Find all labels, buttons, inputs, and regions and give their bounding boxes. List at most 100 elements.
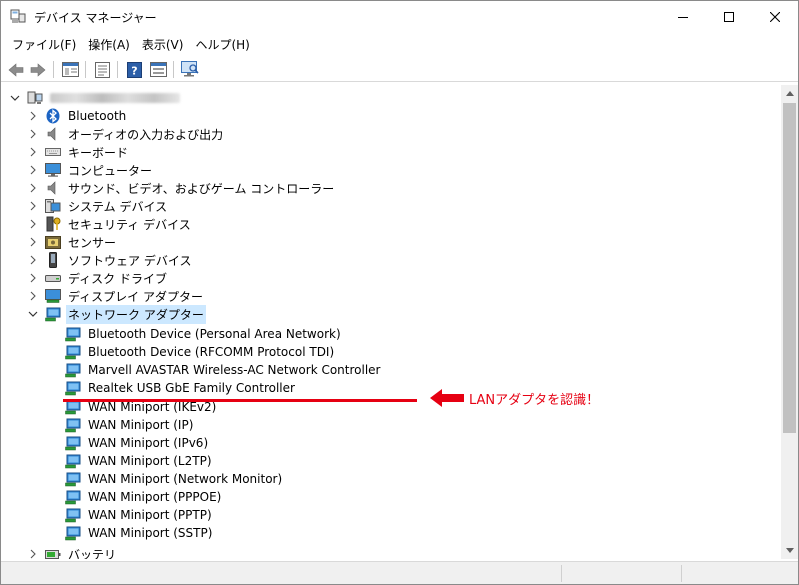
properties-icon[interactable] [91,59,113,80]
category-security-devices[interactable]: セキュリティ デバイス [27,215,193,233]
forward-icon[interactable] [28,59,48,80]
toolbar: ? [1,57,798,82]
scrollbar-thumb[interactable] [783,103,796,433]
network-adapter-icon [65,362,81,378]
toolbar-separator [53,61,54,78]
adapter-item[interactable]: Bluetooth Device (Personal Area Network) [65,325,343,343]
tree-root[interactable] [9,89,182,107]
chevron-right-icon[interactable] [27,218,39,230]
menu-file[interactable]: ファイル(F) [6,33,82,56]
maximize-button[interactable] [706,1,752,32]
category-label: ディスプレイ アダプター [68,289,203,304]
view-tree-icon[interactable] [59,59,81,80]
adapter-item[interactable]: WAN Miniport (L2TP) [65,452,214,470]
battery-icon [45,546,61,559]
menu-help[interactable]: ヘルプ(H) [189,33,255,56]
chevron-right-icon[interactable] [27,182,39,194]
menu-action[interactable]: 操作(A) [82,33,136,56]
adapter-label: Bluetooth Device (RFCOMM Protocol TDI) [88,345,335,359]
details-icon[interactable] [147,59,169,80]
chevron-down-icon[interactable] [27,308,39,320]
network-adapter-icon [65,326,81,342]
computer-root-icon [27,90,43,106]
adapter-item[interactable]: WAN Miniport (PPPOE) [65,488,223,506]
status-divider [681,565,682,582]
chevron-right-icon[interactable] [27,272,39,284]
sensor-icon [45,234,61,250]
disk-drive-icon [45,270,61,286]
adapter-label: WAN Miniport (Network Monitor) [88,472,283,486]
menu-view[interactable]: 表示(V) [136,33,190,56]
category-software-devices[interactable]: ソフトウェア デバイス [27,251,193,269]
chevron-right-icon[interactable] [27,290,39,302]
chevron-right-icon[interactable] [27,548,39,559]
category-label: オーディオの入力および出力 [68,127,224,142]
display-adapter-icon [45,288,61,304]
help-icon[interactable]: ? [123,59,145,80]
category-label: セキュリティ デバイス [68,217,191,232]
network-adapter-icon [65,489,81,505]
category-network-adapters[interactable]: ネットワーク アダプター [27,304,206,324]
scroll-up-icon[interactable] [781,85,798,102]
adapter-item[interactable]: Bluetooth Device (RFCOMM Protocol TDI) [65,343,336,361]
adapter-item-realtek[interactable]: Realtek USB GbE Family Controller [65,379,297,397]
adapter-item[interactable]: WAN Miniport (SSTP) [65,524,214,542]
software-device-icon [45,252,61,268]
menu-bar: ファイル(F) 操作(A) 表示(V) ヘルプ(H) [1,33,798,55]
category-battery[interactable]: バッテリ [27,545,118,559]
category-label: Bluetooth [68,109,127,123]
category-system-devices[interactable]: システム デバイス [27,197,169,215]
toolbar-separator [173,61,174,78]
adapter-item[interactable]: Marvell AVASTAR Wireless-AC Network Cont… [65,361,383,379]
network-adapter-icon [65,507,81,523]
adapter-label: Bluetooth Device (Personal Area Network) [88,327,341,341]
chevron-right-icon[interactable] [27,146,39,158]
adapter-item[interactable]: WAN Miniport (PPTP) [65,506,214,524]
network-adapter-icon [65,344,81,360]
chevron-right-icon[interactable] [27,254,39,266]
adapter-label: WAN Miniport (L2TP) [88,454,212,468]
chevron-down-icon[interactable] [9,92,21,104]
adapter-label: Marvell AVASTAR Wireless-AC Network Cont… [88,363,381,377]
category-bluetooth[interactable]: Bluetooth [27,107,128,125]
category-label: システム デバイス [68,199,168,214]
network-adapter-icon [65,380,81,396]
adapter-item[interactable]: WAN Miniport (IP) [65,416,195,434]
window-title: デバイス マネージャー [34,11,157,25]
category-label: バッテリ [68,547,117,560]
device-tree: Bluetooth オーディオの入力および出力 キーボード コンピューター サウ… [5,85,780,559]
adapter-item[interactable]: WAN Miniport (Network Monitor) [65,470,284,488]
category-audio-io[interactable]: オーディオの入力および出力 [27,125,225,143]
root-computer-name [48,90,182,107]
vertical-scrollbar[interactable] [781,85,798,559]
minimize-button[interactable] [660,1,706,32]
device-manager-app-icon [10,9,26,24]
annotation-underline [63,399,417,402]
category-sound-video-game[interactable]: サウンド、ビデオ、およびゲーム コントローラー [27,179,336,197]
bluetooth-icon [45,108,61,124]
category-computer[interactable]: コンピューター [27,161,154,179]
category-disk-drives[interactable]: ディスク ドライブ [27,269,169,287]
blurred-computer-name [50,92,180,103]
category-sensors[interactable]: センサー [27,233,118,251]
adapter-label: WAN Miniport (PPTP) [88,508,212,522]
close-button[interactable] [752,1,798,32]
chevron-right-icon[interactable] [27,236,39,248]
network-adapter-icon [45,306,61,322]
chevron-right-icon[interactable] [27,110,39,122]
network-adapter-icon [65,471,81,487]
category-display-adapters[interactable]: ディスプレイ アダプター [27,287,205,305]
toolbar-separator [85,61,86,78]
chevron-right-icon[interactable] [27,200,39,212]
back-icon[interactable] [6,59,26,80]
annotation-arrow-icon [430,389,464,410]
chevron-right-icon[interactable] [27,128,39,140]
network-adapter-icon [65,435,81,451]
system-device-icon [45,198,61,214]
network-adapter-icon [65,525,81,541]
chevron-right-icon[interactable] [27,164,39,176]
monitor-scan-icon[interactable] [179,59,201,80]
adapter-item[interactable]: WAN Miniport (IPv6) [65,434,210,452]
scroll-down-icon[interactable] [781,542,798,559]
category-keyboard[interactable]: キーボード [27,143,130,161]
